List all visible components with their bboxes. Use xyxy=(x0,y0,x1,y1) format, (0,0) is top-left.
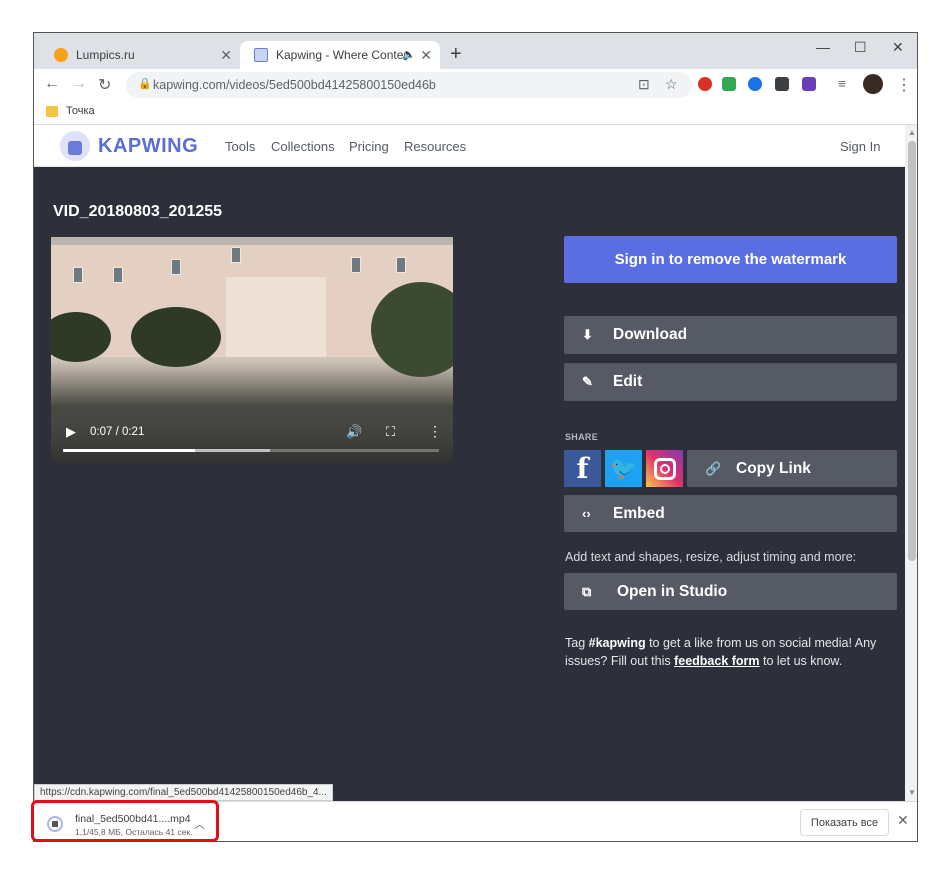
tab-lumpics[interactable]: Lumpics.ru ✕ xyxy=(40,41,240,69)
video-window xyxy=(351,257,361,273)
embed-label: Embed xyxy=(613,505,665,522)
download-icon: ⬇ xyxy=(582,327,593,342)
studio-prompt: Add text and shapes, resize, adjust timi… xyxy=(565,550,857,564)
video-window xyxy=(73,267,83,283)
page-content: KAPWING Tools Collections Pricing Resour… xyxy=(34,125,905,801)
extension-red-icon[interactable] xyxy=(698,77,712,91)
lock-icon[interactable]: 🔒 xyxy=(138,77,152,90)
copy-link-label: Copy Link xyxy=(736,460,811,477)
video-played-bar xyxy=(63,449,195,452)
external-link-icon: ⧉ xyxy=(582,584,592,599)
download-label: Download xyxy=(613,326,688,343)
video-tree xyxy=(131,307,221,367)
bookmark-star-icon[interactable]: ☆ xyxy=(665,76,678,93)
twitter-share-icon[interactable]: 🐦 xyxy=(605,450,642,487)
site-header: KAPWING Tools Collections Pricing Resour… xyxy=(34,125,905,167)
close-window-icon[interactable]: ✕ xyxy=(892,39,904,56)
kapwing-favicon-icon xyxy=(254,48,268,62)
forward-icon[interactable]: → xyxy=(71,75,87,93)
browser-menu-icon[interactable]: ⋮ xyxy=(896,75,912,95)
bookmark-tochka[interactable]: Точка xyxy=(66,105,95,117)
video-controls: ▶ 0:07 / 0:21 🔊 ⛶ ⋮ xyxy=(51,404,453,462)
extension-check-icon[interactable] xyxy=(722,77,736,91)
scroll-thumb[interactable] xyxy=(908,141,916,561)
reload-icon[interactable]: ↻ xyxy=(98,75,111,95)
folder-icon xyxy=(46,106,58,117)
extension-purple-icon[interactable] xyxy=(802,77,816,91)
video-porch xyxy=(226,277,326,357)
instagram-glyph xyxy=(653,457,676,480)
tag-suffix: to let us know. xyxy=(759,654,843,668)
close-shelf-icon[interactable]: ✕ xyxy=(897,812,909,829)
video-window xyxy=(113,267,123,283)
embed-button[interactable]: ‹› Embed xyxy=(564,495,897,532)
share-label: SHARE xyxy=(565,432,599,442)
nav-tools[interactable]: Tools xyxy=(225,139,255,154)
edit-button[interactable]: ✎ Edit xyxy=(564,363,897,401)
close-tab-icon[interactable]: ✕ xyxy=(220,47,232,64)
profile-avatar[interactable] xyxy=(863,74,883,94)
back-icon[interactable]: ← xyxy=(44,75,60,93)
link-status-bar: https://cdn.kapwing.com/final_5ed500bd41… xyxy=(34,784,333,801)
remove-watermark-button[interactable]: Sign in to remove the watermark xyxy=(564,236,897,283)
lumpics-favicon-icon xyxy=(54,48,68,62)
audio-playing-icon[interactable]: 🔈 xyxy=(402,48,416,61)
video-title: VID_20180803_201255 xyxy=(53,203,223,220)
url-text: kapwing.com/videos/5ed500bd41425800150ed… xyxy=(153,78,436,92)
tab-strip: Lumpics.ru ✕ Kapwing - Where Content Cr … xyxy=(34,33,917,69)
video-window xyxy=(231,247,241,263)
video-progress-bar[interactable] xyxy=(63,449,439,452)
open-studio-button[interactable]: ⧉ Open in Studio xyxy=(564,573,897,610)
play-icon[interactable]: ▶ xyxy=(66,424,76,440)
hashtag: #kapwing xyxy=(588,636,646,650)
nav-resources[interactable]: Resources xyxy=(404,139,466,154)
scroll-up-icon[interactable]: ▲ xyxy=(908,128,916,137)
new-tab-icon[interactable]: + xyxy=(450,43,462,66)
volume-icon[interactable]: 🔊 xyxy=(346,424,362,440)
feedback-form-link[interactable]: feedback form xyxy=(674,654,759,668)
browser-window: Lumpics.ru ✕ Kapwing - Where Content Cr … xyxy=(33,32,918,842)
edit-label: Edit xyxy=(613,373,643,390)
tab-kapwing[interactable]: Kapwing - Where Content Cr 🔈 ✕ xyxy=(240,41,440,69)
extension-cube-icon[interactable] xyxy=(775,77,789,91)
facebook-share-icon[interactable]: f xyxy=(564,450,601,487)
browser-toolbar: ← → ↻ 🔒 kapwing.com/videos/5ed500bd41425… xyxy=(34,69,917,101)
more-options-icon[interactable]: ⋮ xyxy=(428,423,442,440)
instagram-share-icon[interactable] xyxy=(646,450,683,487)
download-highlight-box xyxy=(31,800,219,842)
extension-globe-icon[interactable] xyxy=(748,77,762,91)
nav-collections[interactable]: Collections xyxy=(271,139,335,154)
code-icon: ‹› xyxy=(582,506,591,521)
video-window xyxy=(396,257,406,273)
reading-list-icon[interactable]: ≡ xyxy=(838,76,846,91)
scroll-down-icon[interactable]: ▼ xyxy=(908,788,916,797)
video-tree xyxy=(371,282,453,377)
fullscreen-icon[interactable]: ⛶ xyxy=(386,424,395,440)
show-all-downloads-button[interactable]: Показать все xyxy=(800,809,889,836)
copy-link-button[interactable]: 🔗 Copy Link xyxy=(687,450,897,487)
sign-in-link[interactable]: Sign In xyxy=(840,139,880,154)
translate-icon[interactable]: ⊡ xyxy=(638,76,650,93)
bookmarks-bar: Точка xyxy=(34,101,917,125)
kapwing-logo-icon[interactable] xyxy=(60,131,90,161)
page-scrollbar[interactable]: ▲ ▼ xyxy=(905,125,917,801)
video-window xyxy=(171,259,181,275)
address-bar[interactable]: 🔒 kapwing.com/videos/5ed500bd41425800150… xyxy=(126,72,692,98)
site-logo[interactable]: KAPWING xyxy=(98,135,198,158)
tab-title: Lumpics.ru xyxy=(76,48,135,62)
download-button[interactable]: ⬇ Download xyxy=(564,316,897,354)
tag-prefix: Tag xyxy=(565,636,589,650)
maximize-icon[interactable]: ☐ xyxy=(854,39,867,56)
video-time: 0:07 / 0:21 xyxy=(90,426,145,438)
close-tab-icon[interactable]: ✕ xyxy=(420,47,432,64)
pencil-icon: ✎ xyxy=(582,374,593,389)
open-studio-label: Open in Studio xyxy=(617,583,728,600)
minimize-icon[interactable]: — xyxy=(816,39,830,55)
tab-title: Kapwing - Where Content Cr xyxy=(276,48,406,62)
nav-pricing[interactable]: Pricing xyxy=(349,139,389,154)
tag-paragraph: Tag #kapwing to get a like from us on so… xyxy=(565,634,885,670)
link-icon: 🔗 xyxy=(705,461,722,476)
video-player[interactable]: ▶ 0:07 / 0:21 🔊 ⛶ ⋮ xyxy=(51,237,453,462)
